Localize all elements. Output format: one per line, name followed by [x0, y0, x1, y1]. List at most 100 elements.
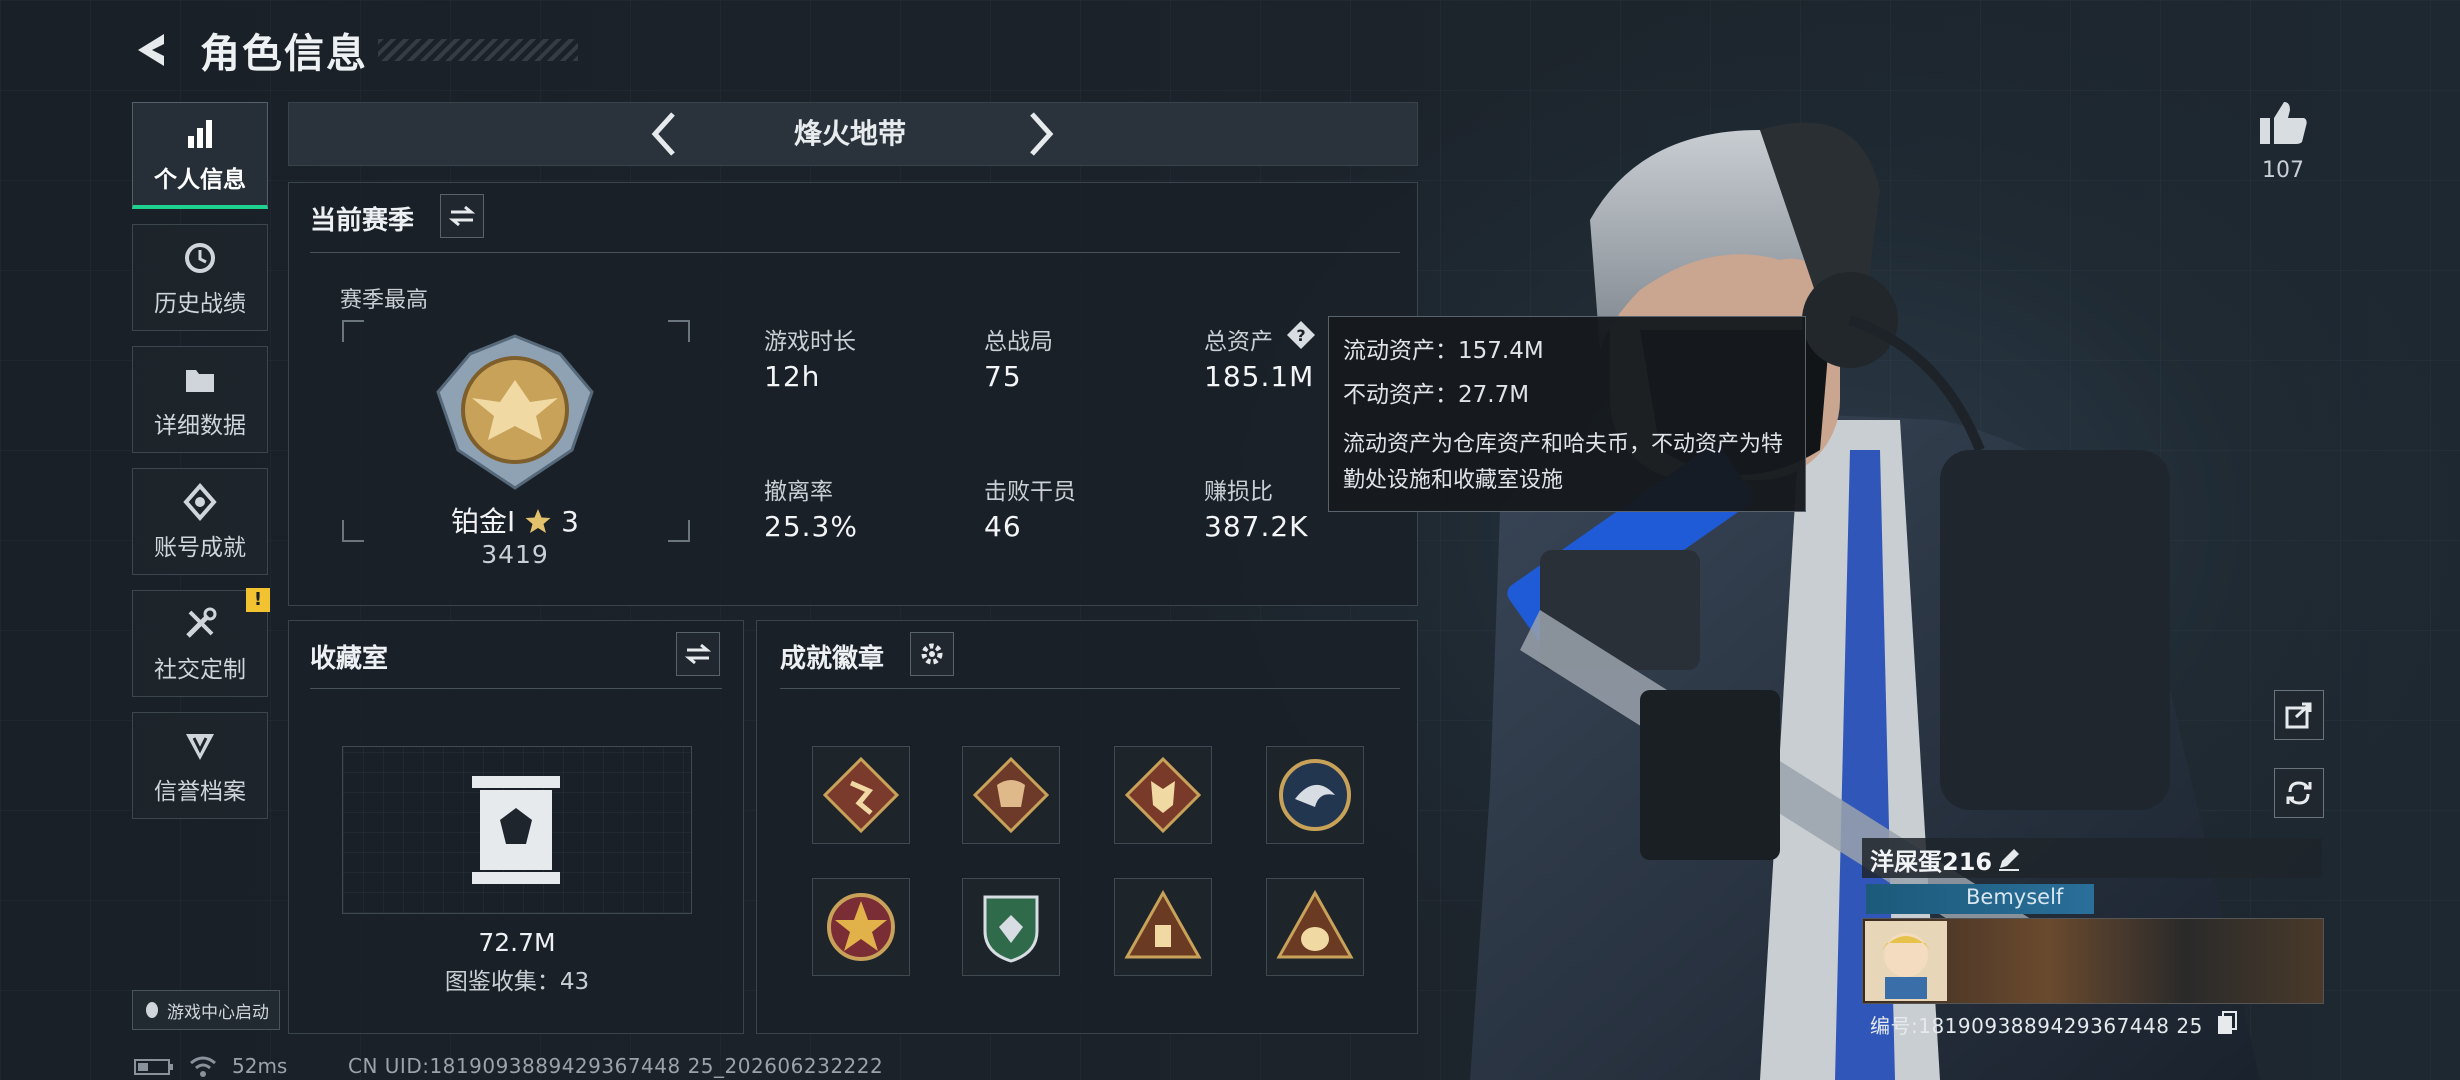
uid-text: CN UID:1819093889429367448 25_2026062322… — [348, 1054, 884, 1078]
avatar-image — [1881, 933, 1931, 999]
sidebar-item-label: 个人信息 — [154, 167, 246, 193]
copy-icon[interactable] — [2216, 1010, 2238, 1036]
sidebar-item-label: 账号成就 — [154, 534, 246, 561]
header: 角色信息 — [200, 22, 578, 78]
alert-badge: ! — [246, 588, 270, 612]
divider — [310, 252, 1400, 253]
achievements-settings-button[interactable] — [910, 632, 954, 676]
help-icon: ? — [1287, 321, 1315, 349]
green-shield-badge-icon[interactable] — [962, 878, 1060, 976]
like-button[interactable] — [2256, 96, 2310, 150]
wifi-icon — [190, 1056, 216, 1077]
season-switch-button[interactable] — [440, 194, 484, 238]
chevron-right-icon — [1030, 112, 1054, 156]
swap-icon — [449, 205, 475, 227]
achievements-title: 成就徽章 — [780, 644, 885, 674]
tooltip-fixed: 不动资产：27.7M — [1343, 382, 1530, 408]
refresh-button[interactable] — [2274, 768, 2324, 818]
rank-name: 铂金Ⅰ — [451, 505, 516, 538]
back-button[interactable] — [130, 30, 178, 70]
season-title: 当前赛季 — [310, 206, 415, 236]
runner-badge-icon[interactable] — [812, 746, 910, 844]
thumbs-up-icon — [2260, 102, 2307, 144]
tools-icon — [186, 607, 217, 638]
stat-value: 46 — [984, 510, 1022, 543]
bar-chart-icon — [188, 120, 212, 148]
collection-switch-button[interactable] — [676, 632, 720, 676]
player-name: 洋屎蛋216 — [1870, 848, 1993, 876]
sidebar-item-credit[interactable]: 信誉档案 — [132, 712, 268, 819]
credit-icon — [186, 733, 214, 760]
back-arrow-icon — [138, 34, 164, 66]
star-icon — [525, 509, 551, 533]
collection-value: 72.7M — [478, 928, 556, 957]
player-tag: Bemyself — [1866, 884, 2094, 914]
folder-icon — [186, 369, 214, 392]
stat-value: 387.2K — [1204, 510, 1309, 543]
stat-value: 25.3% — [764, 510, 858, 543]
rank-emblem-icon — [436, 334, 594, 490]
sidebar-item-label: 社交定制 — [154, 656, 246, 683]
frame-corner — [342, 320, 364, 342]
dragon-badge-icon[interactable] — [962, 746, 1060, 844]
sidebar-item-label: 历史战绩 — [154, 290, 246, 317]
title-decoration — [378, 39, 578, 61]
bag-badge-icon[interactable] — [1266, 878, 1364, 976]
qq-icon — [146, 1002, 158, 1018]
stat-value: 185.1M — [1204, 360, 1315, 393]
stat-value: 75 — [984, 360, 1022, 393]
profile-name-bar: 洋屎蛋216 — [1862, 838, 2322, 878]
rank-score: 3419 — [481, 540, 549, 569]
avatar — [1865, 921, 1947, 1001]
mode-name: 烽火地带 — [793, 117, 906, 150]
sidebar-item-profile[interactable]: 个人信息 — [132, 102, 268, 209]
divider — [310, 688, 722, 689]
warning-badge-icon[interactable] — [1114, 878, 1212, 976]
achievement-icon — [183, 482, 217, 521]
help-button[interactable]: ? — [1286, 320, 1316, 350]
refresh-icon — [2286, 781, 2312, 805]
rank-stars: 3 — [561, 505, 579, 538]
game-center-button[interactable]: 游戏中心启动 — [132, 990, 280, 1030]
tooltip-liquid: 流动资产：157.4M — [1343, 338, 1544, 364]
collection-count: 图鉴收集：43 — [444, 969, 590, 995]
share-icon — [2285, 702, 2312, 729]
frame-corner — [668, 520, 690, 542]
stat-label: 总资产 — [1204, 329, 1273, 355]
player-tag-label: Bemyself — [1966, 885, 2064, 909]
like-count: 107 — [2262, 158, 2304, 183]
wolf-badge-icon[interactable] — [1114, 746, 1212, 844]
sidebar-item-history[interactable]: 历史战绩 — [132, 224, 268, 331]
eagle-badge-icon[interactable] — [1266, 746, 1364, 844]
swap-icon — [685, 643, 711, 665]
stat-label: 游戏时长 — [764, 329, 856, 355]
stat-label: 赚损比 — [1204, 479, 1273, 505]
rank-name-line: 铂金Ⅰ 3 — [432, 500, 598, 540]
sidebar-item-label: 详细数据 — [154, 412, 246, 439]
chevron-left-icon — [651, 112, 675, 156]
mode-next-button[interactable] — [1020, 108, 1060, 160]
sidebar-item-label: 信誉档案 — [154, 778, 246, 805]
stat-value: 12h — [764, 360, 821, 393]
star-shield-badge-icon[interactable] — [812, 878, 910, 976]
divider — [780, 688, 1400, 689]
svg-text:?: ? — [1296, 326, 1305, 345]
share-button[interactable] — [2274, 690, 2324, 740]
player-id: 编号:1819093889429367448 25 — [1870, 1014, 2203, 1038]
frame-corner — [668, 320, 690, 342]
stat-label: 总战局 — [984, 329, 1053, 355]
tooltip-description: 流动资产为仓库资产和哈夫币，不动资产为特勤处设施和收藏室设施 — [1343, 432, 1784, 493]
game-center-label: 游戏中心启动 — [167, 1002, 269, 1023]
gear-icon — [921, 643, 943, 665]
sidebar-item-achievements[interactable]: 账号成就 — [132, 468, 268, 575]
edit-icon[interactable] — [1996, 846, 2022, 872]
assets-tooltip: 流动资产：157.4M 不动资产：27.7M 流动资产为仓库资产和哈夫币，不动资… — [1328, 316, 1806, 512]
mode-prev-button[interactable] — [645, 108, 685, 160]
page-title: 角色信息 — [200, 31, 368, 77]
ping-text: 52ms — [232, 1054, 288, 1078]
sidebar-item-details[interactable]: 详细数据 — [132, 346, 268, 453]
profile-banner[interactable] — [1862, 918, 2324, 1004]
season-best-label: 赛季最高 — [340, 288, 429, 313]
battery-icon — [134, 1059, 173, 1075]
frame-corner — [342, 520, 364, 542]
